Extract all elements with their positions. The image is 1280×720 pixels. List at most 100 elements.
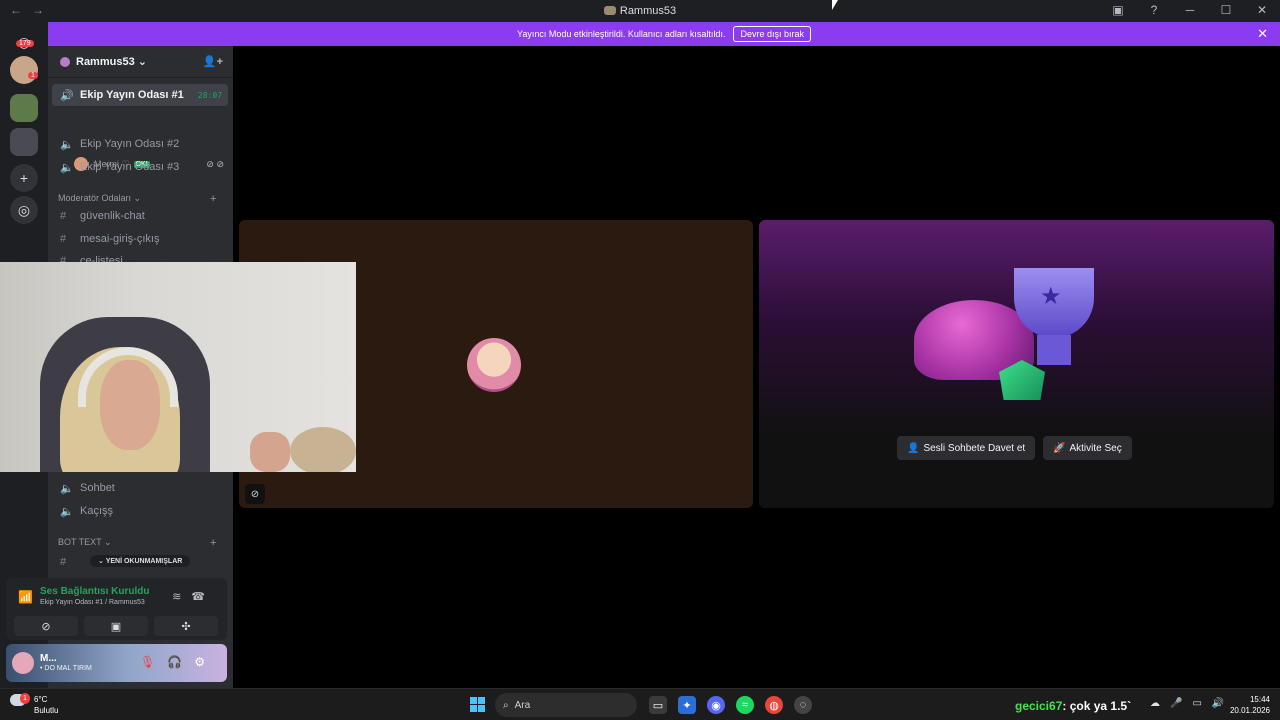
webcam-overlay: [0, 262, 356, 472]
server-icon-rammus[interactable]: [10, 94, 38, 122]
new-unread-pill[interactable]: ⌄ YENİ OKUNMAMIŞLAR: [90, 555, 191, 567]
screen-share-button[interactable]: ▣: [84, 616, 148, 636]
inbox-icon[interactable]: ▣: [1110, 3, 1126, 17]
mouse-cursor: [832, 0, 838, 10]
voice-speaker-icon: 🔈: [60, 505, 74, 518]
search-icon: ⌕: [503, 699, 509, 711]
discord-taskbar-icon[interactable]: ◉: [707, 696, 725, 714]
weather-widget[interactable]: 1 6°C Bulutlu: [10, 693, 58, 715]
invite-to-voice-button[interactable]: 👤 Sesli Sohbete Davet et: [897, 436, 1036, 460]
voice-speaker-icon: 🔊: [60, 89, 74, 102]
onedrive-icon[interactable]: ☁: [1150, 698, 1170, 709]
start-button[interactable]: [470, 697, 485, 712]
text-channel-guvenlik[interactable]: # güvenlik-chat: [52, 205, 228, 227]
taskbar: 1 6°C Bulutlu ⌕ Ara ▭ ✦ ◉ ≈ ◍ ◌ gecici67:…: [0, 688, 1280, 720]
task-view-icon[interactable]: ▭: [649, 696, 667, 714]
chat-username: gecici67: [1015, 699, 1063, 713]
clock[interactable]: 15:44 20.01.2026: [1230, 694, 1270, 716]
teddy-bear: [290, 427, 356, 472]
disconnect-icon[interactable]: ☎: [191, 591, 215, 603]
banner-close-icon[interactable]: ✕: [1257, 26, 1268, 42]
mute-icon[interactable]: 🎙: [140, 655, 167, 669]
text-channel-mesai[interactable]: # mesai-giriş-çıkış: [52, 228, 228, 250]
add-channel-icon[interactable]: +: [210, 193, 216, 205]
voice-speaker-icon: 🔈: [60, 482, 74, 495]
app-icon[interactable]: ✦: [678, 696, 696, 714]
screen-share-icon: ▣: [110, 620, 122, 633]
invite-user-icon: 👤: [907, 442, 920, 454]
mic-icon[interactable]: 🎤: [1170, 698, 1192, 709]
chat-message: : çok ya 1.5`: [1062, 699, 1132, 713]
voice-channel-sohbet[interactable]: 🔈 Sohbet: [52, 477, 228, 499]
invite-people-icon[interactable]: 👤+: [203, 55, 223, 68]
voice-status-subtitle[interactable]: Ekip Yayın Odası #1 / Rammus53: [40, 599, 145, 606]
close-button[interactable]: ✕: [1254, 3, 1270, 17]
noise-suppression-icon[interactable]: ≋: [172, 591, 191, 603]
settings-gear-icon[interactable]: ⚙: [194, 655, 217, 669]
app-icon-2[interactable]: ◌: [794, 696, 812, 714]
choose-activity-label: Aktivite Seç: [1069, 442, 1122, 454]
clock-time: 15:44: [1249, 695, 1270, 704]
chrome-icon[interactable]: ◍: [765, 696, 783, 714]
title-bar: ←→ Rammus53 ▣ ? ─ ☐ ✕: [0, 0, 1280, 22]
add-server-icon[interactable]: +: [10, 164, 38, 192]
voice-timer: 28:07: [197, 90, 222, 100]
voice-connection-panel: 📶 Ses Bağlantısı Kuruldu Ekip Yayın Odas…: [6, 578, 227, 640]
channel-label: Ekip Yayın Odası #1: [80, 89, 184, 101]
camera-off-button[interactable]: ⊘: [14, 616, 78, 636]
voice-channel-2[interactable]: 🔈 Ekip Yayın Odası #2: [52, 133, 228, 155]
help-icon[interactable]: ?: [1146, 3, 1162, 17]
voice-controls[interactable]: ≋☎: [172, 590, 215, 603]
window-title-text: Rammus53: [619, 5, 677, 17]
server-header[interactable]: Rammus53 ⌄ 👤+: [48, 46, 233, 78]
hash-icon: #: [60, 556, 67, 568]
voice-speaker-icon: 🔈: [60, 161, 74, 174]
taskbar-search[interactable]: ⌕ Ara: [495, 693, 637, 717]
activity-tile: ★ 👤 Sesli Sohbete Davet et 🚀 Aktivite Seç: [759, 220, 1274, 508]
user-avatar[interactable]: [12, 652, 34, 674]
weather-condition: Bulutlu: [34, 706, 59, 715]
add-channel-icon[interactable]: +: [210, 537, 216, 549]
deafen-icon[interactable]: 🎧: [167, 655, 194, 669]
star-icon: ★: [1040, 283, 1062, 310]
discover-icon[interactable]: ◎: [10, 196, 38, 224]
spotify-icon[interactable]: ≈: [736, 696, 754, 714]
category-bot-text[interactable]: BOT TEXT ⌄ +: [58, 537, 216, 549]
rocket-icon: 🚀: [1053, 442, 1066, 454]
voice-channel-1[interactable]: 🔊 Ekip Yayın Odası #1 28:07: [52, 84, 228, 106]
streamer-mode-banner: Yayıncı Modu etkinleştirildi. Kullanıcı …: [48, 22, 1280, 46]
voice-channel-3[interactable]: 🔈 Ekip Yayın Odası #3: [52, 156, 228, 178]
minimize-button[interactable]: ─: [1182, 3, 1198, 17]
participant-avatar: [467, 338, 521, 392]
banner-text: Yayıncı Modu etkinleştirildi. Kullanıcı …: [517, 29, 726, 39]
network-icon[interactable]: ▭: [1192, 698, 1211, 709]
chevron-down-icon: ⌄: [137, 56, 147, 68]
user-controls[interactable]: 🎙🎧⚙: [140, 655, 217, 669]
voice-channel-kacis[interactable]: 🔈 Kaçışş: [52, 500, 228, 522]
disable-streamer-mode-button[interactable]: Devre dışı bırak: [733, 26, 811, 42]
channel-label: güvenlik-chat: [80, 210, 145, 222]
user-custom-status: • DO MAL TIRIM: [40, 665, 92, 672]
maximize-button[interactable]: ☐: [1218, 3, 1234, 17]
stream-chat-overlay: gecici67: çok ya 1.5`: [1015, 699, 1131, 713]
dm-badge: 1: [28, 72, 38, 79]
server-icon: [60, 56, 70, 67]
mention-badge: 179: [16, 40, 34, 47]
system-tray[interactable]: ☁🎤▭🔊: [1150, 698, 1234, 709]
category-label: Moderatör Odaları: [58, 193, 132, 203]
user-panel: M... • DO MAL TIRIM 🎙🎧⚙: [6, 644, 227, 682]
invite-label: Sesli Sohbete Davet et: [923, 442, 1026, 454]
activities-icon: ✣: [181, 620, 191, 633]
voice-status-title[interactable]: Ses Bağlantısı Kuruldu: [40, 586, 149, 597]
dm-avatar[interactable]: [10, 56, 38, 84]
channel-label: Sohbet: [80, 482, 115, 494]
category-moderator[interactable]: Moderatör Odaları ⌄ +: [58, 193, 216, 205]
activities-button[interactable]: ✣: [154, 616, 218, 636]
channel-label: Ekip Yayın Odası #3: [80, 161, 180, 173]
hand: [250, 432, 290, 472]
choose-activity-button[interactable]: 🚀 Aktivite Seç: [1043, 436, 1132, 460]
server-folder-icon[interactable]: [10, 128, 38, 156]
temperature: 6°C: [34, 695, 48, 704]
user-name[interactable]: M...: [40, 653, 57, 664]
camera-off-icon: ⊘: [41, 620, 51, 633]
